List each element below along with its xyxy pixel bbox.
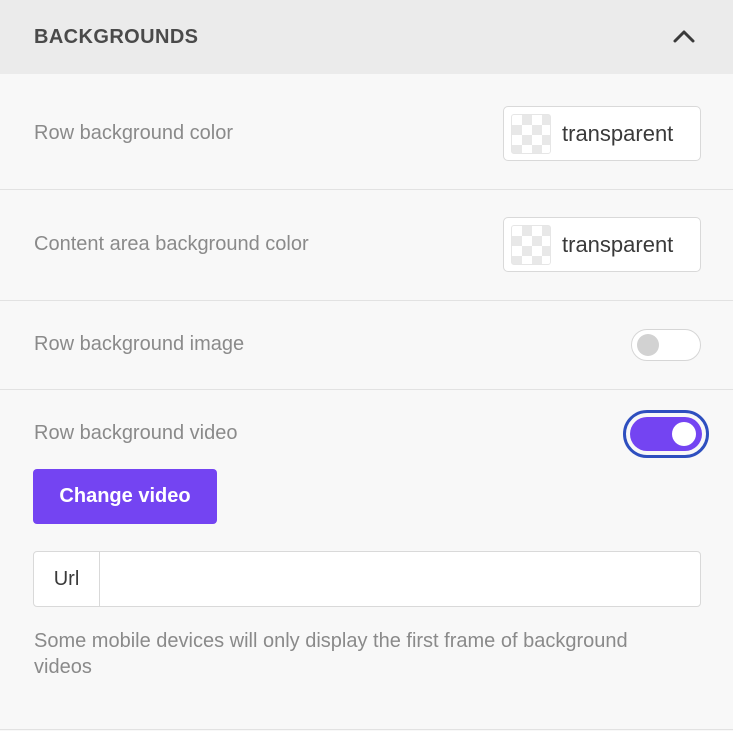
row-background-image-toggle[interactable] [631,329,701,361]
content-area-background-color-label: Content area background color [34,233,309,255]
toggle-knob [672,422,696,446]
content-area-background-color-value: transparent [562,231,674,257]
change-video-button[interactable]: Change video [33,469,217,524]
url-input[interactable] [100,552,700,606]
video-url-field: Url [33,551,701,607]
content-area-background-color-picker[interactable]: transparent [503,217,701,272]
row-background-color-value: transparent [562,120,674,146]
section-header[interactable]: BACKGROUNDS [0,0,733,74]
section-title: BACKGROUNDS [34,25,199,48]
row-background-color-row: Row background color transparent [0,74,733,190]
row-background-image-label: Row background image [34,333,245,355]
chevron-up-icon[interactable] [671,24,697,50]
transparent-swatch-icon [511,113,551,154]
video-help-text: Some mobile devices will only display th… [34,630,628,678]
row-background-image-row: Row background image [0,301,733,390]
row-background-color-picker[interactable]: transparent [503,106,701,161]
toggle-knob [637,334,659,356]
row-background-video-toggle[interactable] [623,410,709,458]
toggle-track [630,417,702,451]
url-field-label: Url [34,552,100,606]
row-background-video-label: Row background video [34,422,238,444]
content-area-background-color-row: Content area background color transparen… [0,190,733,301]
transparent-swatch-icon [511,224,551,265]
row-background-color-label: Row background color [34,122,233,144]
section-divider [0,729,733,730]
